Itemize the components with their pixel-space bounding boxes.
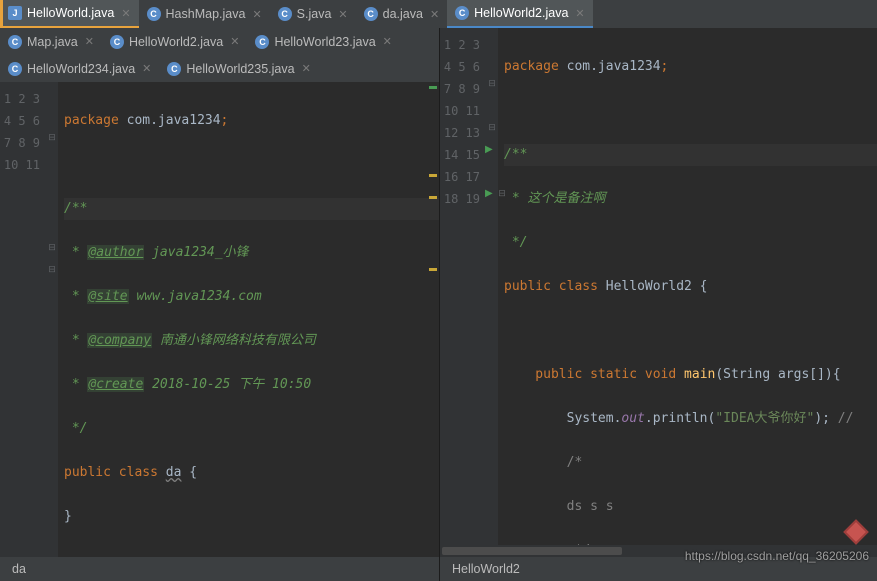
pkg-name: com.java1234	[119, 113, 221, 128]
file-tab[interactable]: S.java ✕	[270, 0, 356, 28]
left-pane: Map.java✕HelloWorld2.java✕HelloWorld23.j…	[0, 28, 440, 581]
file-tab[interactable]: HashMap.java ✕	[139, 0, 270, 28]
close-icon[interactable]: ✕	[252, 8, 261, 21]
fold-icon[interactable]: ⊟	[46, 132, 58, 143]
tab-filename: da.java	[383, 7, 423, 21]
java-file-icon	[8, 6, 22, 20]
file-tab[interactable]: da.java ✕	[356, 0, 448, 28]
class-file-icon	[364, 7, 378, 21]
doc-tag-site: @site	[87, 289, 128, 304]
file-tab[interactable]: Map.java ✕	[0, 28, 102, 55]
tab-filename: HelloWorld.java	[27, 6, 114, 20]
left-error-stripe	[427, 82, 437, 557]
class-file-icon	[167, 62, 181, 76]
close-icon[interactable]: ✕	[302, 62, 311, 75]
fold-icon[interactable]: ⊟	[486, 78, 498, 89]
scrollbar-thumb[interactable]	[442, 547, 622, 555]
top-tab-bar: HelloWorld.java✕HashMap.java✕S.java✕da.j…	[0, 0, 877, 28]
tab-filename: HelloWorld2.java	[129, 35, 223, 49]
left-sub-tabs-2: HelloWorld234.java ✕ HelloWorld235.java ✕	[0, 55, 439, 82]
method-main: main	[684, 367, 715, 382]
class-file-icon	[278, 7, 292, 21]
fold-icon[interactable]: ⊟	[486, 122, 498, 133]
stripe-warn-icon[interactable]	[429, 174, 437, 177]
doc-tag-author: @author	[87, 245, 144, 260]
left-breadcrumb: da	[0, 557, 439, 581]
right-pane: 1 2 3 4 5 6 7 8 9 10 11 12 13 14 15 16 1…	[440, 28, 877, 581]
left-code-area[interactable]: package com.java1234; /** * @author java…	[58, 82, 439, 557]
right-code-area[interactable]: package com.java1234; /** * 这个是备注啊 */ pu…	[498, 28, 877, 545]
doc-tag-create: @create	[87, 377, 144, 392]
breadcrumb-class[interactable]: da	[12, 562, 26, 576]
close-icon[interactable]: ✕	[85, 35, 94, 48]
tab-filename: Map.java	[27, 35, 78, 49]
doc-close: */	[64, 421, 87, 436]
file-tab[interactable]: HelloWorld23.java ✕	[247, 28, 399, 55]
stripe-ok-icon[interactable]	[429, 86, 437, 89]
file-tab[interactable]: HelloWorld2.java ✕	[447, 0, 592, 28]
close-icon[interactable]: ✕	[121, 7, 130, 20]
close-icon[interactable]: ✕	[142, 62, 151, 75]
file-tab[interactable]: HelloWorld2.java ✕	[102, 28, 247, 55]
watermark-text: https://blog.csdn.net/qq_36205206	[685, 549, 869, 563]
file-tab[interactable]: HelloWorld.java ✕	[0, 0, 139, 28]
class-file-icon	[255, 35, 269, 49]
class-file-icon	[8, 35, 22, 49]
file-tab[interactable]: HelloWorld235.java ✕	[159, 55, 318, 82]
tab-filename: HelloWorld235.java	[186, 62, 294, 76]
class-name: HelloWorld2 {	[606, 279, 708, 294]
kw-package: package	[64, 113, 119, 128]
class-file-icon	[110, 35, 124, 49]
tab-filename: HelloWorld234.java	[27, 62, 135, 76]
breadcrumb-class[interactable]: HelloWorld2	[452, 562, 520, 576]
stripe-warn-icon[interactable]	[429, 268, 437, 271]
doc-tag-company: @company	[87, 333, 152, 348]
run-gutter-icon[interactable]: ▶	[485, 144, 493, 155]
left-gutter: 1 2 3 4 5 6 7 8 9 10 11	[0, 82, 46, 557]
right-editor[interactable]: 1 2 3 4 5 6 7 8 9 10 11 12 13 14 15 16 1…	[440, 28, 877, 545]
tab-filename: HelloWorld2.java	[474, 6, 568, 20]
class-file-icon	[147, 7, 161, 21]
close-icon[interactable]: ✕	[430, 8, 439, 21]
tab-filename: HashMap.java	[166, 7, 246, 21]
doc-open: /**	[64, 201, 87, 216]
class-file-icon	[8, 62, 22, 76]
right-gutter: 1 2 3 4 5 6 7 8 9 10 11 12 13 14 15 16 1…	[440, 28, 486, 545]
right-fold-column: ⊟ ⊟ ▶ ▶ ⊟	[486, 28, 498, 545]
run-gutter-icon[interactable]: ▶	[485, 188, 493, 199]
fold-icon[interactable]: ⊟	[46, 264, 58, 275]
class-file-icon	[455, 6, 469, 20]
close-icon[interactable]: ✕	[230, 35, 239, 48]
stripe-warn-icon[interactable]	[429, 196, 437, 199]
close-icon[interactable]: ✕	[383, 35, 392, 48]
left-editor[interactable]: 1 2 3 4 5 6 7 8 9 10 11 ⊟ ⊟ ⊟ package co…	[0, 82, 439, 557]
close-icon[interactable]: ✕	[575, 7, 584, 20]
string-literal: "IDEA大爷你好"	[715, 411, 814, 426]
class-name: da	[166, 465, 182, 480]
semi: ;	[221, 113, 229, 128]
file-tab[interactable]: HelloWorld234.java ✕	[0, 55, 159, 82]
left-sub-tabs-1: Map.java✕HelloWorld2.java✕HelloWorld23.j…	[0, 28, 439, 55]
tab-filename: S.java	[297, 7, 332, 21]
tab-filename: HelloWorld23.java	[274, 35, 375, 49]
close-icon[interactable]: ✕	[338, 8, 347, 21]
left-fold-column: ⊟ ⊟ ⊟	[46, 82, 58, 557]
fold-icon[interactable]: ⊟	[46, 242, 58, 253]
